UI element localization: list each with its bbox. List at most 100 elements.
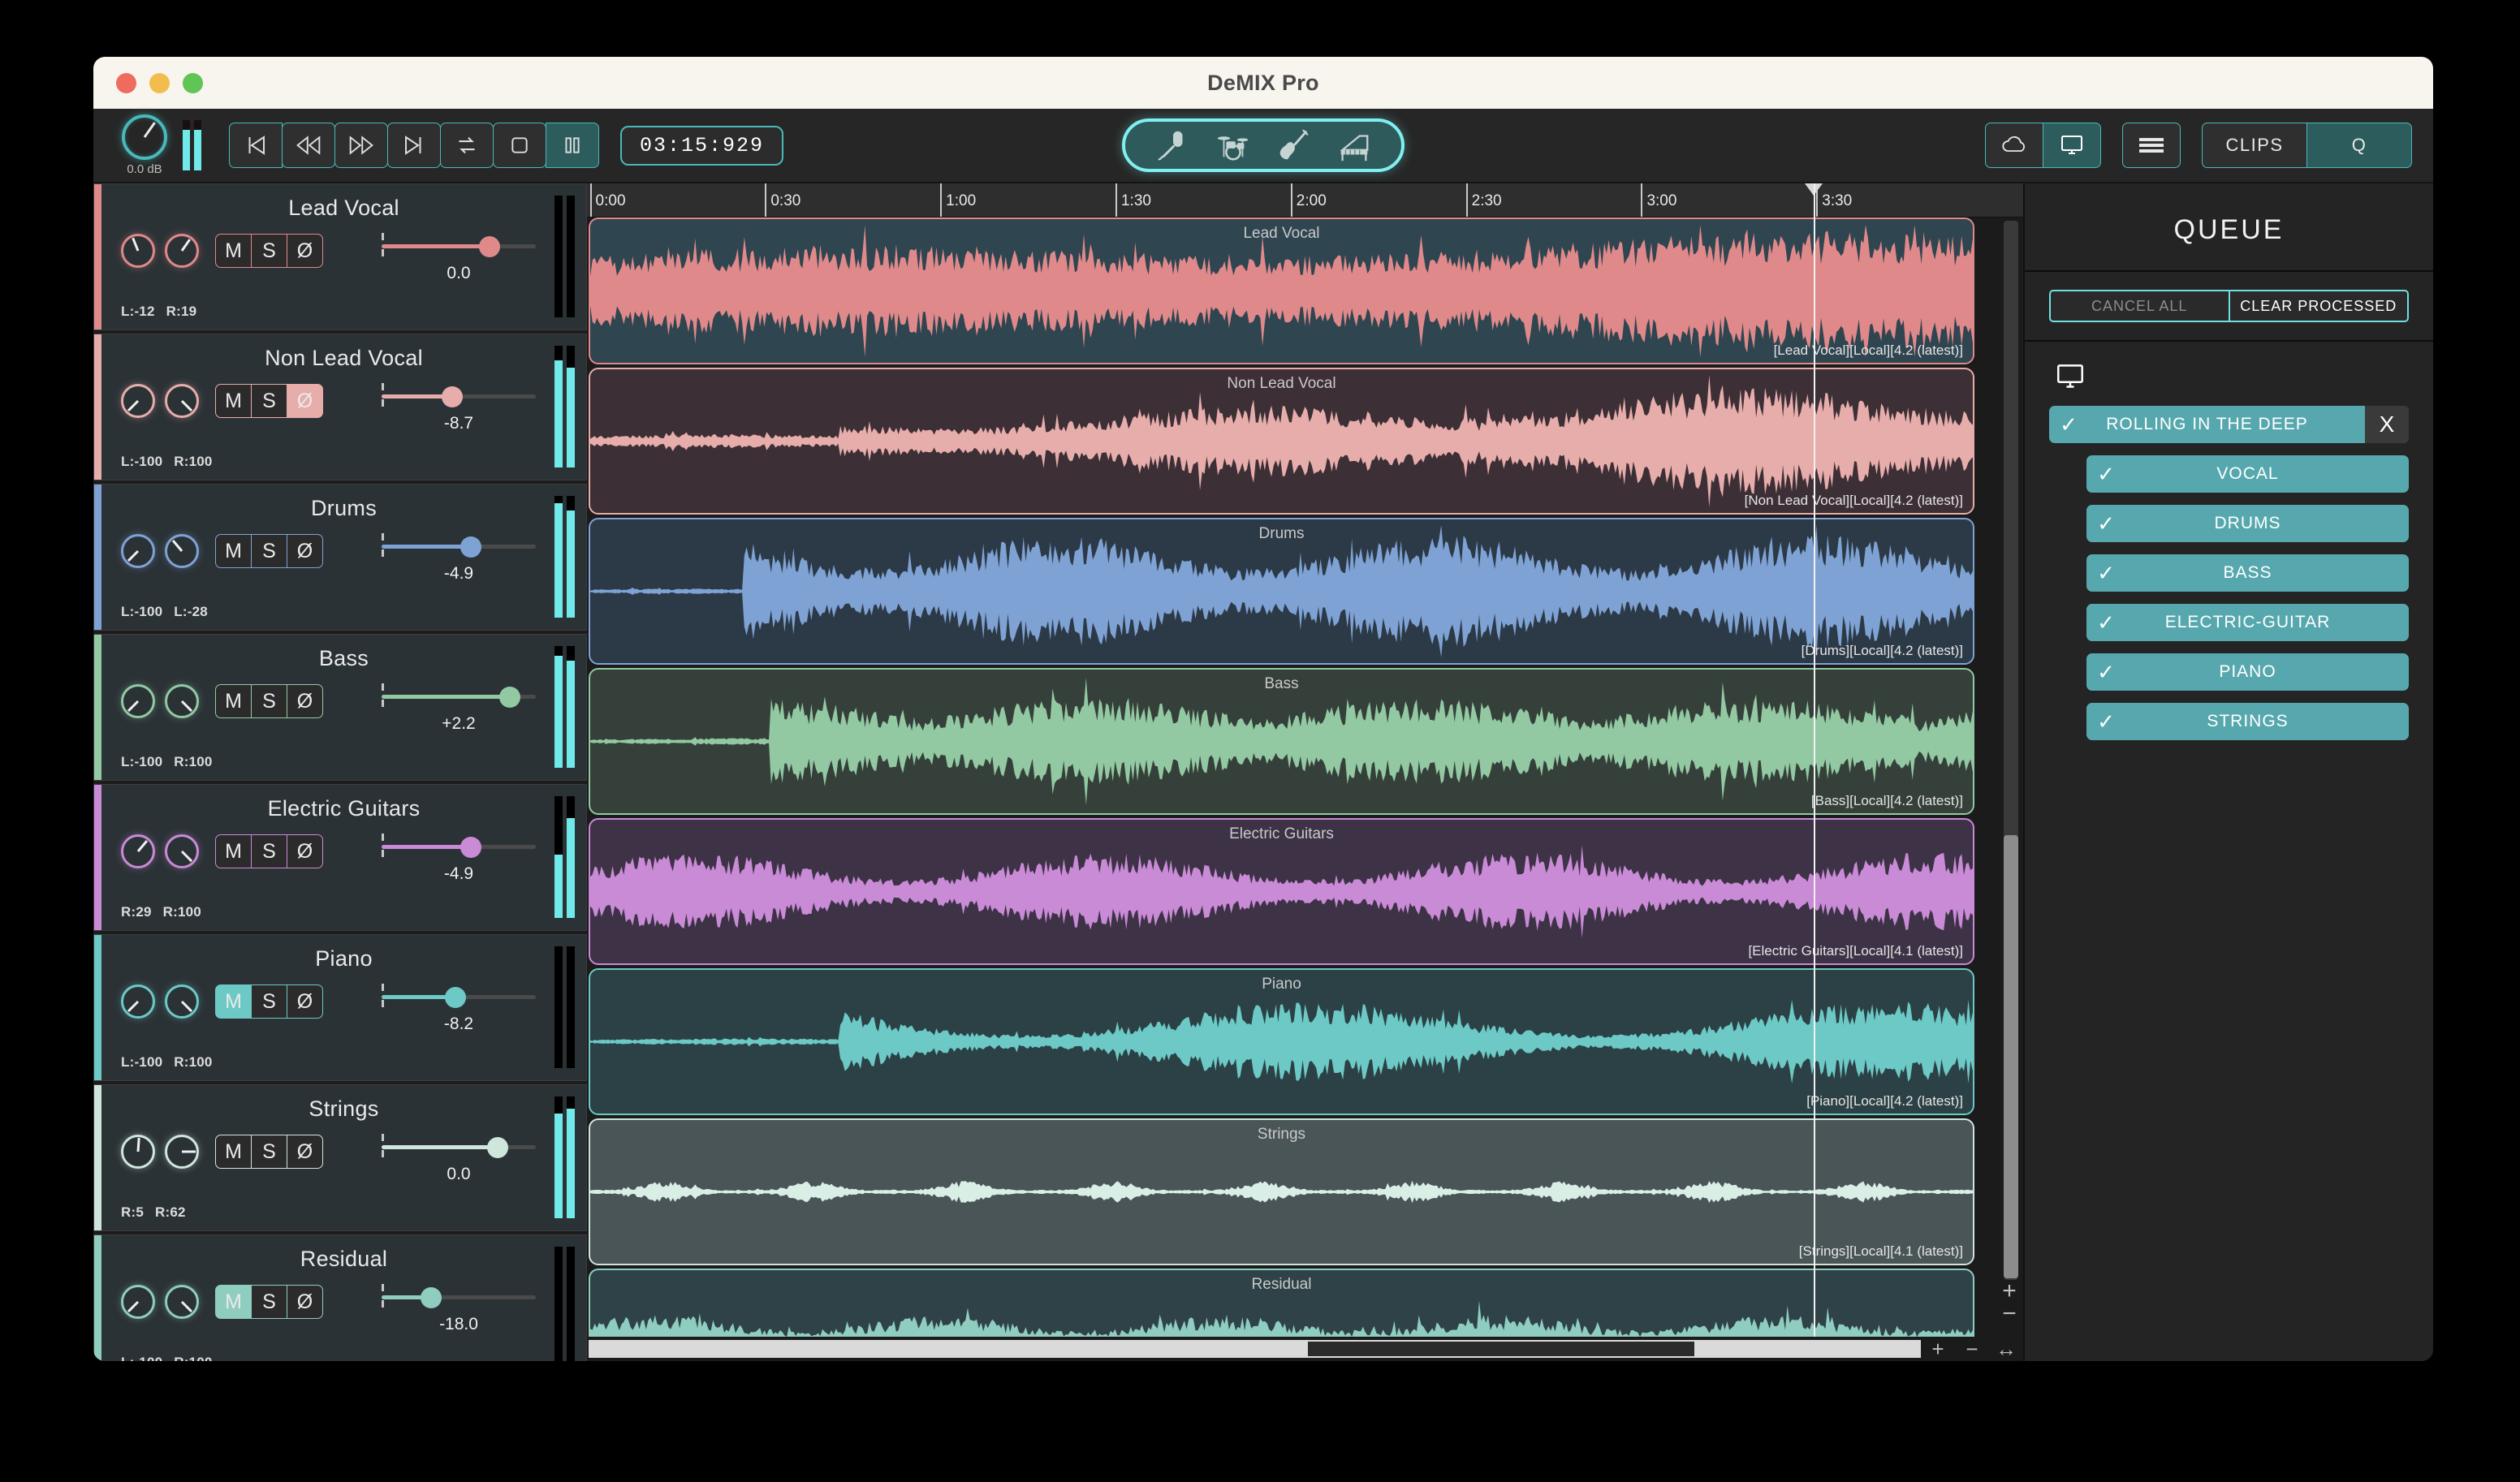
timeline-ruler[interactable]: 0:00 0:30 1:00 1:30 2:00 2:30 3:00 3:30 <box>587 183 2023 218</box>
gain-fader[interactable]: 0.0 <box>382 1134 536 1183</box>
hzoom-in-button[interactable]: + <box>1921 1337 1955 1362</box>
queue-stem-row[interactable]: ✓ ELECTRIC-GUITAR <box>2086 604 2409 641</box>
pan-knob-left[interactable] <box>121 234 155 268</box>
phase-button[interactable]: Ø <box>287 384 323 418</box>
rewind-button[interactable] <box>282 123 335 168</box>
close-icon[interactable]: X <box>2365 406 2409 443</box>
fader-handle[interactable] <box>498 686 520 708</box>
mixer-strip[interactable]: Residual M S Ø L:-100 R:100 <box>93 1234 587 1361</box>
loop-button[interactable] <box>440 123 494 168</box>
timeline-lane[interactable]: Strings [Strings][Local][4.1 (latest)] <box>587 1118 2023 1265</box>
mute-button[interactable]: M <box>215 684 252 718</box>
vertical-scrollbar[interactable] <box>2004 221 2018 1280</box>
pan-knob-right[interactable] <box>165 384 199 418</box>
gain-fader[interactable]: -8.2 <box>382 984 536 1033</box>
queue-button[interactable]: Q <box>2306 123 2412 168</box>
fader-handle[interactable] <box>460 836 482 858</box>
timeline-lane[interactable]: Piano [Piano][Local][4.2 (latest)] <box>587 968 2023 1115</box>
gain-fader[interactable]: 0.0 <box>382 233 536 282</box>
playhead-handle[interactable] <box>1804 183 1823 196</box>
timeline-lane[interactable]: Bass [Bass][Local][4.2 (latest)] <box>587 668 2023 815</box>
phase-button[interactable]: Ø <box>287 1135 323 1169</box>
pan-knob-right[interactable] <box>165 984 199 1019</box>
audio-clip[interactable]: Piano [Piano][Local][4.2 (latest)] <box>589 968 1974 1115</box>
clips-button[interactable]: CLIPS <box>2202 123 2307 168</box>
phase-button[interactable]: Ø <box>287 834 323 868</box>
fader-handle[interactable] <box>479 235 500 257</box>
horizontal-scrollbar[interactable] <box>589 1340 1921 1358</box>
skip-to-end-button[interactable] <box>387 123 441 168</box>
audio-clip[interactable]: Bass [Bass][Local][4.2 (latest)] <box>589 668 1974 815</box>
local-button[interactable] <box>2043 123 2101 168</box>
stem-type-selector[interactable] <box>1122 118 1405 172</box>
cloud-button[interactable] <box>1985 123 2043 168</box>
queue-stem-row[interactable]: ✓ STRINGS <box>2086 703 2409 740</box>
queue-stem-row[interactable]: ✓ BASS <box>2086 554 2409 592</box>
skip-to-start-button[interactable] <box>229 123 283 168</box>
solo-button[interactable]: S <box>251 234 287 268</box>
solo-button[interactable]: S <box>251 534 287 568</box>
pan-knob-right[interactable] <box>165 1135 199 1169</box>
gain-fader[interactable]: -4.9 <box>382 533 536 583</box>
gain-fader[interactable]: -4.9 <box>382 834 536 883</box>
mute-button[interactable]: M <box>215 834 252 868</box>
pan-knob-left[interactable] <box>121 384 155 418</box>
mixer-strip[interactable]: Lead Vocal M S Ø L:-12 R:19 0.0 <box>93 183 587 330</box>
phase-button[interactable]: Ø <box>287 234 323 268</box>
pan-knob-right[interactable] <box>165 1285 199 1319</box>
pan-knob-right[interactable] <box>165 534 199 568</box>
audio-clip[interactable]: Electric Guitars [Electric Guitars][Loca… <box>589 818 1974 965</box>
mixer-strip[interactable]: Electric Guitars M S Ø R:29 R:100 -4.9 <box>93 784 587 931</box>
mute-button[interactable]: M <box>215 534 252 568</box>
menu-button[interactable] <box>2122 123 2181 168</box>
solo-button[interactable]: S <box>251 834 287 868</box>
guitar-icon[interactable] <box>1275 127 1312 164</box>
mixer-strip[interactable]: Non Lead Vocal M S Ø L:-100 R:100 -8.7 <box>93 334 587 480</box>
solo-button[interactable]: S <box>251 1285 287 1319</box>
time-display[interactable]: 03:15:929 <box>620 125 784 166</box>
mixer-strip[interactable]: Bass M S Ø L:-100 R:100 +2.2 <box>93 634 587 781</box>
solo-button[interactable]: S <box>251 684 287 718</box>
pan-knob-right[interactable] <box>165 234 199 268</box>
pan-knob-left[interactable] <box>121 984 155 1019</box>
phase-button[interactable]: Ø <box>287 1285 323 1319</box>
fader-handle[interactable] <box>445 986 467 1008</box>
hzoom-fit-button[interactable]: ↔ <box>1989 1337 2023 1362</box>
timeline-lane[interactable]: Electric Guitars [Electric Guitars][Loca… <box>587 818 2023 965</box>
timeline-lane[interactable]: Lead Vocal [Lead Vocal][Local][4.2 (late… <box>587 218 2023 364</box>
phase-button[interactable]: Ø <box>287 534 323 568</box>
stop-button[interactable] <box>493 123 546 168</box>
queue-stem-row[interactable]: ✓ VOCAL <box>2086 455 2409 493</box>
solo-button[interactable]: S <box>251 984 287 1019</box>
mute-button[interactable]: M <box>215 384 252 418</box>
microphone-icon[interactable] <box>1154 127 1192 164</box>
piano-icon[interactable] <box>1335 127 1372 164</box>
gain-fader[interactable]: -8.7 <box>382 383 536 433</box>
pan-knob-left[interactable] <box>121 1135 155 1169</box>
fader-handle[interactable] <box>420 1286 442 1308</box>
fader-handle[interactable] <box>486 1136 508 1158</box>
mixer-strip[interactable]: Strings M S Ø R:5 R:62 0.0 <box>93 1084 587 1231</box>
audio-clip[interactable]: Strings [Strings][Local][4.1 (latest)] <box>589 1118 1974 1265</box>
pan-knob-left[interactable] <box>121 684 155 718</box>
solo-button[interactable]: S <box>251 1135 287 1169</box>
pan-knob-right[interactable] <box>165 834 199 868</box>
gain-fader[interactable]: -18.0 <box>382 1284 536 1333</box>
vzoom-in-button[interactable]: + <box>2002 1279 2017 1303</box>
mixer-strip[interactable]: Piano M S Ø L:-100 R:100 -8.2 <box>93 934 587 1081</box>
queue-stem-row[interactable]: ✓ PIANO <box>2086 653 2409 691</box>
pan-knob-left[interactable] <box>121 1285 155 1319</box>
phase-button[interactable]: Ø <box>287 684 323 718</box>
master-gain-knob[interactable]: 0.0 dB <box>108 114 181 176</box>
fader-handle[interactable] <box>460 536 482 558</box>
gain-knob-dial[interactable] <box>122 114 167 160</box>
mixer-strip[interactable]: Drums M S Ø L:-100 L:-28 -4.9 <box>93 484 587 631</box>
queue-job-row[interactable]: ✓ ROLLING IN THE DEEP X <box>2049 406 2409 443</box>
pan-knob-right[interactable] <box>165 684 199 718</box>
audio-clip[interactable]: Lead Vocal [Lead Vocal][Local][4.2 (late… <box>589 218 1974 364</box>
fast-forward-button[interactable] <box>334 123 388 168</box>
timeline-lane[interactable]: Non Lead Vocal [Non Lead Vocal][Local][4… <box>587 368 2023 515</box>
pan-knob-left[interactable] <box>121 534 155 568</box>
mute-button[interactable]: M <box>215 1285 252 1319</box>
timeline-lane[interactable]: Drums [Drums][Local][4.2 (latest)] <box>587 518 2023 665</box>
